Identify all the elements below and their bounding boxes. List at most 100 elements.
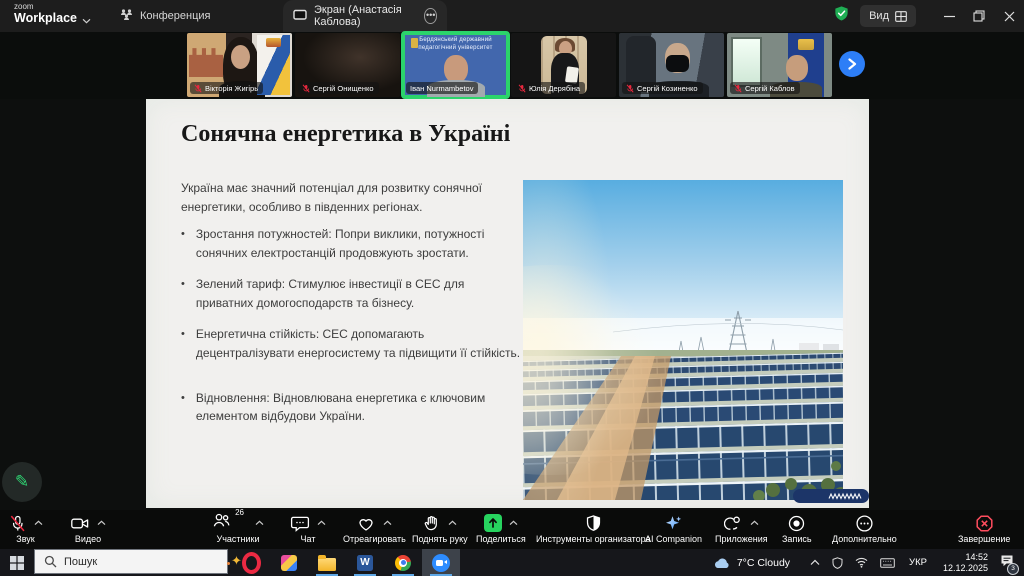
participant-name: Сергій Козиненко	[637, 84, 698, 93]
video-art	[786, 55, 808, 81]
annotate-button[interactable]: ✎	[2, 462, 42, 502]
windows-logo-icon	[10, 556, 24, 570]
chevron-down-icon[interactable]	[82, 11, 91, 29]
mic-muted-icon	[626, 84, 634, 93]
taskbar-apps: W	[232, 549, 460, 576]
zoom-app-icon[interactable]	[422, 549, 460, 576]
layout-grid-icon	[895, 11, 907, 22]
video-art	[411, 38, 418, 48]
participant-name: Сергій Онищенко	[313, 84, 374, 93]
mic-muted-icon	[518, 84, 526, 93]
cloud-icon	[713, 557, 731, 569]
chevron-up-icon[interactable]	[97, 520, 106, 526]
participant-video-deriabina[interactable]: Юлія Дерябіна	[511, 33, 616, 97]
participant-video-zhyhir[interactable]: Вікторія Жигірь	[187, 33, 292, 97]
tab-screen-share[interactable]: Экран (Анастасія Каблова) •••	[283, 0, 447, 32]
heart-icon	[356, 514, 376, 533]
time-label: 14:52	[943, 552, 988, 563]
close-button[interactable]	[994, 0, 1024, 32]
participant-video-kablov[interactable]: Сергій Каблов	[727, 33, 832, 97]
tab-options-icon[interactable]: •••	[424, 8, 437, 24]
end-meeting-button[interactable]: Завершение	[958, 513, 1010, 544]
slide-bullet: •Зростання потужностей: Попри виклики, п…	[181, 225, 521, 262]
react-button[interactable]: Отреагировать	[343, 513, 406, 544]
more-button[interactable]: Дополнительно	[832, 513, 897, 544]
chevron-up-icon[interactable]	[750, 520, 759, 526]
participant-name: Іван Nurmambetov	[410, 84, 473, 93]
video-banner-text: Бердянський державнийпедагогічний універ…	[403, 37, 508, 52]
apps-icon	[724, 514, 743, 533]
slide-bullet: •Енергетична стійкість: СЕС допомагають …	[181, 325, 521, 362]
tray-chevron-up-icon[interactable]	[810, 559, 820, 566]
raise-hand-button[interactable]: Поднять руку	[412, 513, 468, 544]
photos-app-icon[interactable]	[270, 549, 308, 576]
chevron-up-icon[interactable]	[34, 520, 43, 526]
chevron-up-icon[interactable]	[509, 520, 518, 526]
search-input[interactable]: Пошук ✦	[34, 549, 228, 574]
share-screen-icon	[484, 514, 502, 532]
chevron-up-icon[interactable]	[255, 520, 264, 526]
video-art	[666, 55, 689, 72]
participants-button[interactable]: 26 Участники	[212, 513, 264, 544]
weather-widget[interactable]: 7°C Cloudy	[713, 557, 790, 569]
pencil-icon: ✎	[15, 472, 29, 492]
apps-button[interactable]: Приложения	[715, 513, 768, 544]
chat-button[interactable]: Чат	[290, 513, 326, 544]
participant-video-onyshchenko[interactable]: Сергій Онищенко	[295, 33, 400, 97]
participant-video-kozynenko[interactable]: Сергій Козиненко	[619, 33, 724, 97]
opera-app-icon[interactable]	[232, 549, 270, 576]
participant-name: Юлія Дерябіна	[529, 84, 580, 93]
action-center-icon[interactable]: 3	[1000, 554, 1014, 572]
participant-name-badge: Сергій Козиненко	[622, 82, 703, 94]
clock[interactable]: 14:52 12.12.2025	[943, 552, 988, 573]
record-button[interactable]: Запись	[782, 513, 812, 544]
audio-button[interactable]: Звук	[8, 513, 43, 544]
host-tools-button[interactable]: Инструменты организатора	[536, 513, 651, 544]
participants-grid-icon	[120, 8, 133, 24]
slide-bullet-list: •Зростання потужностей: Попри виклики, п…	[181, 225, 521, 439]
video-art	[731, 37, 762, 87]
chat-icon	[290, 514, 310, 533]
wifi-icon[interactable]	[855, 557, 868, 568]
meeting-toolbar: Звук Видео 26 Участники	[0, 510, 1024, 549]
watermark-badge	[793, 489, 869, 503]
chevron-up-icon[interactable]	[448, 520, 457, 526]
video-art	[231, 45, 250, 69]
chrome-app-icon[interactable]	[384, 549, 422, 576]
video-art	[189, 43, 223, 77]
file-explorer-icon[interactable]	[308, 549, 346, 576]
brand-workplace: Workplace	[14, 12, 77, 25]
security-shield-icon[interactable]	[833, 5, 850, 27]
restore-button[interactable]	[964, 0, 994, 32]
participant-strip: Вікторія Жигірь Сергій Онищенко Бердянсь…	[0, 32, 1024, 99]
language-indicator[interactable]: УКР	[909, 557, 927, 568]
participant-name: Вікторія Жигірь	[205, 84, 258, 93]
chevron-up-icon[interactable]	[383, 520, 392, 526]
ai-companion-button[interactable]: AI Companion	[645, 513, 702, 544]
search-icon	[44, 555, 57, 568]
video-button[interactable]: Видео	[70, 513, 106, 544]
tab-meeting[interactable]: Конференция	[112, 0, 218, 32]
presentation-slide: Сонячна енергетика в Україні Україна має…	[146, 99, 869, 508]
titlebar-right: Вид	[833, 0, 1024, 32]
end-call-icon	[975, 514, 994, 533]
view-button[interactable]: Вид	[860, 5, 916, 27]
participant-name-badge: Іван Nurmambetov	[406, 82, 478, 94]
tab-meeting-label: Конференция	[140, 10, 210, 22]
mic-muted-icon	[194, 84, 202, 93]
participant-name-badge: Юлія Дерябіна	[514, 82, 585, 94]
word-app-icon[interactable]: W	[346, 549, 384, 576]
share-screen-button[interactable]: Поделиться	[476, 513, 526, 544]
next-participants-button[interactable]	[839, 51, 865, 77]
participant-video-nurmambetov[interactable]: Бердянський державнийпедагогічний універ…	[403, 33, 508, 97]
participant-name: Сергій Каблов	[745, 84, 795, 93]
raise-hand-icon	[422, 514, 441, 533]
start-button[interactable]	[0, 549, 34, 576]
touch-keyboard-icon[interactable]	[880, 558, 895, 568]
shield-icon	[584, 514, 603, 533]
chevron-up-icon[interactable]	[317, 520, 326, 526]
participants-icon	[212, 511, 231, 530]
minimize-button[interactable]	[934, 0, 964, 32]
mic-muted-icon	[8, 514, 27, 533]
security-tray-icon[interactable]	[832, 557, 843, 569]
